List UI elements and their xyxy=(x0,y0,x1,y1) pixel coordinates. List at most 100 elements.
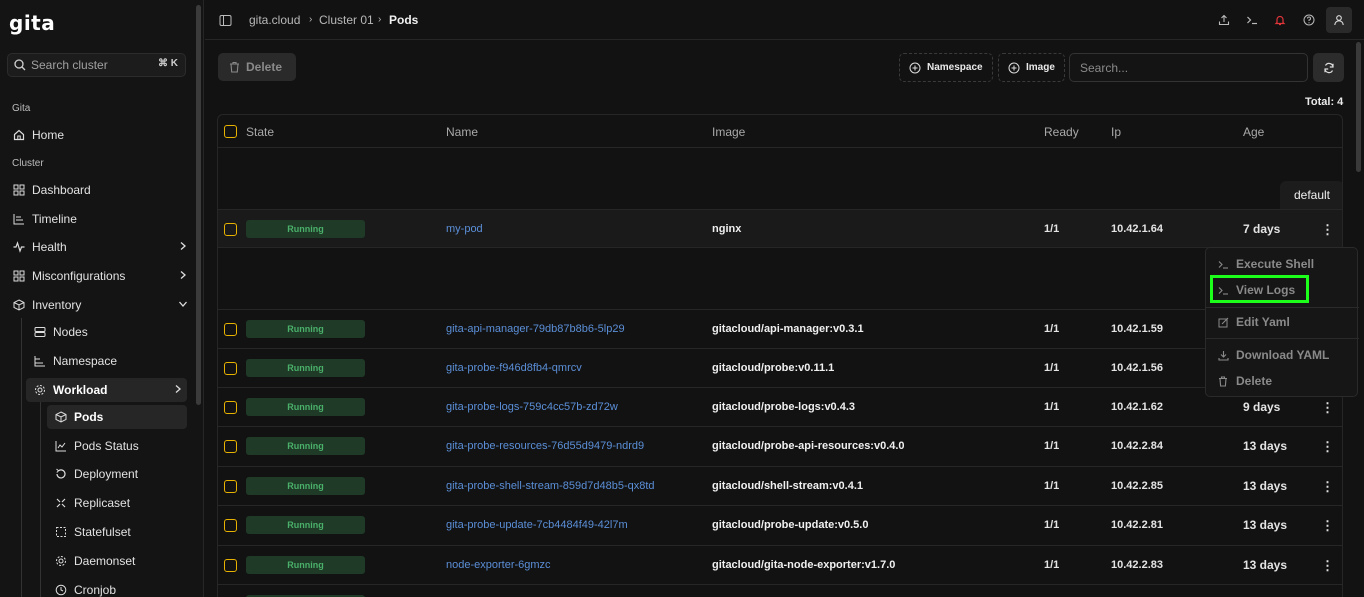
sidebar-item-deployment[interactable]: Deployment xyxy=(54,462,184,486)
column-header-image[interactable]: Image xyxy=(712,125,745,139)
sidebar-item-workload[interactable]: Workload xyxy=(26,378,187,402)
row-checkbox[interactable] xyxy=(224,480,237,493)
sidebar-item-namespace[interactable]: Namespace xyxy=(33,349,183,373)
table-row[interactable]: Running gita-probe-f946d8fb4-qmrcv gitac… xyxy=(218,348,1342,387)
sidebar-item-label: Workload xyxy=(53,383,108,397)
sidebar-scrollbar[interactable] xyxy=(196,5,201,405)
column-header-age[interactable]: Age xyxy=(1243,125,1264,139)
sidebar-item-misconfigurations[interactable]: Misconfigurations xyxy=(12,264,192,288)
sidebar-item-inventory[interactable]: Inventory xyxy=(12,293,192,317)
sidebar-item-health[interactable]: Health xyxy=(12,235,192,259)
row-checkbox[interactable] xyxy=(224,323,237,336)
select-all-checkbox[interactable] xyxy=(224,125,237,138)
table-search-input[interactable]: Search... xyxy=(1069,53,1308,82)
row-checkbox[interactable] xyxy=(224,559,237,572)
menu-item-execute-shell[interactable]: Execute Shell xyxy=(1217,257,1314,271)
table-row[interactable] xyxy=(218,584,1342,597)
menu-item-download-yaml[interactable]: Download YAML xyxy=(1217,348,1329,362)
pod-name-link[interactable]: gita-probe-shell-stream-859d7d48b5-qx8td xyxy=(446,480,655,492)
table-row[interactable]: Running gita-probe-resources-76d55d9479-… xyxy=(218,426,1342,466)
sidebar-item-daemonset[interactable]: Daemonset xyxy=(54,549,184,573)
pod-ready: 1/1 xyxy=(1044,362,1060,374)
column-header-ip[interactable]: Ip xyxy=(1111,125,1121,139)
refresh-button[interactable] xyxy=(1313,53,1344,82)
row-actions-icon[interactable]: ⋮ xyxy=(1321,440,1334,453)
replicaset-icon xyxy=(54,496,68,510)
tree-guide xyxy=(21,318,22,597)
table-row[interactable]: Running gita-probe-logs-759c4cc57b-zd72w… xyxy=(218,387,1342,426)
sidebar-toggle-icon[interactable] xyxy=(217,12,233,28)
chevron-down-icon xyxy=(178,298,188,312)
table-row[interactable]: Running my-pod nginx 1/1 10.42.1.64 7 da… xyxy=(218,209,1342,247)
pod-name-link[interactable]: my-pod xyxy=(446,223,483,235)
image-filter-button[interactable]: Image xyxy=(998,53,1065,82)
breadcrumb-item[interactable]: gita.cloud xyxy=(249,13,300,27)
menu-item-label: Download YAML xyxy=(1236,348,1330,362)
sidebar-item-statefulset[interactable]: Statefulset xyxy=(54,520,184,544)
main-scrollbar[interactable] xyxy=(1356,42,1361,172)
delete-button[interactable]: Delete xyxy=(218,53,296,81)
section-label-cluster: Cluster xyxy=(12,158,44,169)
row-actions-icon[interactable]: ⋮ xyxy=(1321,559,1334,572)
pod-ready: 1/1 xyxy=(1044,480,1060,492)
sidebar-item-cronjob[interactable]: Cronjob xyxy=(54,578,184,597)
plus-circle-icon xyxy=(909,62,921,73)
pod-name-link[interactable]: gita-api-manager-79db87b8b6-5lp29 xyxy=(446,323,625,335)
menu-item-delete[interactable]: Delete xyxy=(1217,374,1272,388)
row-checkbox[interactable] xyxy=(224,401,237,414)
table-row[interactable]: Running gita-api-manager-79db87b8b6-5lp2… xyxy=(218,309,1342,348)
pod-name-link[interactable]: node-exporter-6gmzc xyxy=(446,559,551,571)
row-checkbox[interactable] xyxy=(224,519,237,532)
sidebar-item-nodes[interactable]: Nodes xyxy=(33,320,183,344)
row-checkbox[interactable] xyxy=(224,362,237,375)
share-icon[interactable] xyxy=(1216,12,1232,28)
breadcrumb-item[interactable]: Cluster 01 xyxy=(319,13,374,27)
row-checkbox[interactable] xyxy=(224,223,237,236)
sidebar-item-pods-status[interactable]: Pods Status xyxy=(54,434,184,458)
pod-name-link[interactable]: gita-probe-logs-759c4cc57b-zd72w xyxy=(446,401,618,413)
sidebar-item-label: Namespace xyxy=(53,354,118,368)
bell-icon[interactable] xyxy=(1272,12,1288,28)
row-checkbox[interactable] xyxy=(224,440,237,453)
row-context-menu: Execute Shell View Logs Edit Yaml Downlo… xyxy=(1205,247,1359,397)
pod-age: 13 days xyxy=(1243,439,1288,453)
sidebar-item-label: Misconfigurations xyxy=(32,269,126,283)
timeline-icon xyxy=(12,212,26,226)
sidebar-item-replicaset[interactable]: Replicaset xyxy=(54,491,184,515)
terminal-icon[interactable] xyxy=(1244,12,1260,28)
column-header-name[interactable]: Name xyxy=(446,125,478,139)
namespace-group-row: default xyxy=(218,147,1342,209)
menu-item-edit-yaml[interactable]: Edit Yaml xyxy=(1217,315,1290,329)
column-header-state[interactable]: State xyxy=(246,125,274,139)
row-actions-icon[interactable]: ⋮ xyxy=(1321,401,1334,414)
sidebar-item-timeline[interactable]: Timeline xyxy=(12,207,192,231)
pod-name-link[interactable]: gita-probe-update-7cb4484f49-42l7m xyxy=(446,519,628,531)
status-badge: Running xyxy=(246,320,365,338)
app-logo[interactable]: gita xyxy=(9,11,55,35)
spacer-row xyxy=(218,247,1342,309)
table-row[interactable]: Running node-exporter-6gmzc gitacloud/gi… xyxy=(218,545,1342,584)
row-actions-icon[interactable]: ⋮ xyxy=(1321,223,1334,236)
image-filter-label: Image xyxy=(1026,62,1055,73)
menu-divider xyxy=(1206,338,1359,339)
sidebar-item-home[interactable]: Home xyxy=(12,123,192,147)
column-header-ready[interactable]: Ready xyxy=(1044,125,1079,139)
user-menu-button[interactable] xyxy=(1326,7,1352,33)
sidebar-item-pods[interactable]: Pods xyxy=(47,405,187,429)
cluster-search[interactable]: Search cluster ⌘ K xyxy=(7,53,186,77)
sidebar-item-label: Home xyxy=(32,128,65,142)
help-icon[interactable] xyxy=(1301,12,1317,28)
table-row[interactable]: Running gita-probe-shell-stream-859d7d48… xyxy=(218,466,1342,505)
pod-name-link[interactable]: gita-probe-f946d8fb4-qmrcv xyxy=(446,362,582,374)
sidebar-item-dashboard[interactable]: Dashboard xyxy=(12,178,192,202)
table-row[interactable]: Running gita-probe-update-7cb4484f49-42l… xyxy=(218,505,1342,545)
pod-name-link[interactable]: gita-probe-resources-76d55d9479-ndrd9 xyxy=(446,440,644,452)
namespace-filter-button[interactable]: Namespace xyxy=(899,53,993,82)
namespace-tab-default[interactable]: default xyxy=(1280,181,1342,209)
row-actions-icon[interactable]: ⋮ xyxy=(1321,480,1334,493)
namespace-filter-label: Namespace xyxy=(927,62,983,73)
pod-ip: 10.42.1.64 xyxy=(1111,223,1163,235)
delete-button-label: Delete xyxy=(246,60,283,74)
row-actions-icon[interactable]: ⋮ xyxy=(1321,519,1334,532)
pod-ip: 10.42.2.81 xyxy=(1111,519,1163,531)
